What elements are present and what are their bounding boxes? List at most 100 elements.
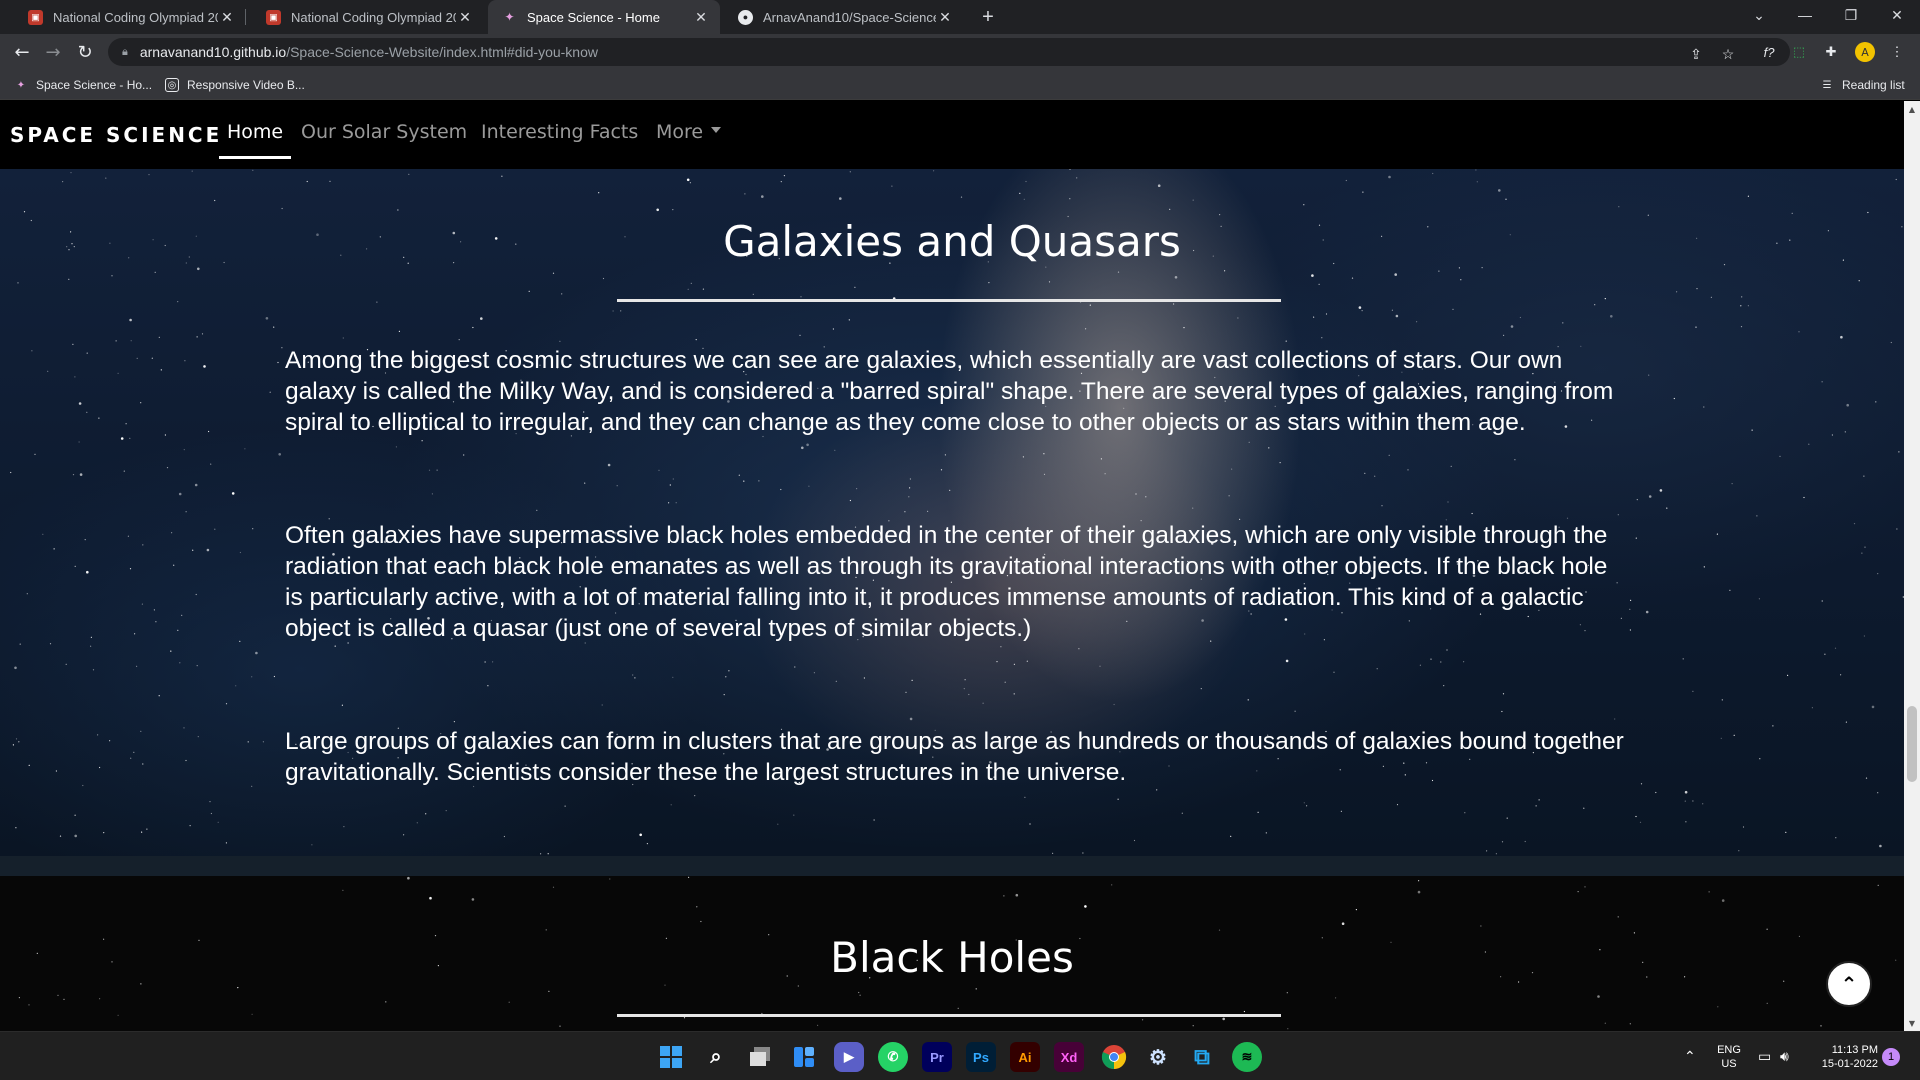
steam-icon[interactable]: ⚙ [1143, 1042, 1173, 1072]
widgets-icon[interactable] [789, 1042, 819, 1072]
chrome-icon[interactable] [1099, 1042, 1129, 1072]
xd-icon[interactable]: Xd [1054, 1042, 1084, 1072]
tab-national-coding-1[interactable]: ▣ National Coding Olympiad 2021 ✕ [14, 0, 246, 34]
star [1294, 710, 1296, 712]
star [49, 643, 52, 645]
bookmark-space-science[interactable]: ✦ Space Science - Ho... [14, 76, 152, 94]
star [1388, 454, 1390, 456]
star [564, 805, 566, 807]
restore-button[interactable]: ❐ [1828, 0, 1874, 30]
star [552, 886, 555, 888]
star [1584, 886, 1586, 888]
close-icon[interactable]: ✕ [936, 8, 954, 26]
scroll-down-arrow-icon[interactable]: ▼ [1904, 1015, 1920, 1031]
star [1647, 214, 1649, 216]
close-icon[interactable]: ✕ [218, 8, 236, 26]
star [1742, 826, 1745, 828]
star [1306, 805, 1308, 807]
spotify-icon[interactable]: ≋ [1232, 1042, 1262, 1072]
tray-chevron-icon[interactable]: ⌃ [1684, 1032, 1696, 1080]
nav-interesting-facts[interactable]: Interesting Facts [481, 121, 638, 143]
star [109, 740, 111, 742]
star [1279, 462, 1281, 464]
photoshop-icon[interactable]: Ps [966, 1042, 996, 1072]
premiere-pro-icon[interactable]: Pr [922, 1042, 952, 1072]
star [141, 831, 143, 833]
star [1450, 465, 1452, 467]
site-brand[interactable]: SPACE SCIENCE [10, 123, 222, 147]
teams-chat-icon[interactable]: ▶ [834, 1042, 864, 1072]
star [170, 650, 172, 652]
close-icon[interactable]: ✕ [692, 8, 710, 26]
tab-search-chevron-icon[interactable]: ⌄ [1736, 0, 1782, 30]
star [1287, 1028, 1289, 1030]
back-arrow-icon[interactable]: ← [10, 40, 34, 64]
illustrator-icon[interactable]: Ai [1010, 1042, 1040, 1072]
notification-badge[interactable]: 1 [1882, 1048, 1900, 1066]
star [395, 446, 397, 448]
share-icon[interactable]: ⇪ [1684, 42, 1708, 66]
star [31, 350, 33, 352]
extensions-puzzle-icon[interactable]: ✚ [1820, 41, 1842, 63]
page-scrollbar[interactable]: ▲ ▼ [1904, 101, 1920, 1031]
forward-arrow-icon[interactable]: → [41, 40, 65, 64]
star [1692, 690, 1694, 693]
star [639, 833, 642, 837]
address-bar[interactable]: 🔒︎ arnavanand10.github.io/Space-Science-… [108, 38, 1790, 66]
star [262, 741, 264, 743]
star [136, 665, 138, 667]
star [1000, 646, 1002, 648]
search-icon[interactable]: ⌕ [701, 1042, 731, 1072]
vscode-icon[interactable]: ⧉ [1187, 1042, 1217, 1072]
nav-home[interactable]: Home [218, 121, 292, 159]
star [1502, 693, 1505, 695]
new-tab-button[interactable]: + [976, 5, 1000, 29]
star [700, 920, 702, 923]
star [909, 478, 912, 480]
bookmark-responsive-video[interactable]: ◎ Responsive Video B... [165, 76, 305, 94]
star [540, 853, 542, 855]
volume-icon[interactable]: 🔊︎ [1780, 1032, 1789, 1080]
windows-start-icon[interactable] [656, 1042, 686, 1072]
star [1100, 458, 1102, 460]
minimize-button[interactable]: — [1782, 0, 1828, 30]
lock-icon[interactable]: 🔒︎ [122, 46, 128, 59]
whatsapp-icon[interactable]: ✆ [878, 1042, 908, 1072]
tab-space-science-home[interactable]: ✦ Space Science - Home ✕ [488, 0, 720, 34]
star [105, 177, 107, 179]
close-window-button[interactable]: ✕ [1874, 0, 1920, 30]
scroll-to-top-button[interactable]: ⌃ [1826, 961, 1872, 1007]
bookmark-star-icon[interactable]: ☆ [1716, 42, 1740, 66]
task-view-icon[interactable] [745, 1042, 775, 1072]
language-indicator[interactable]: ENG US [1712, 1043, 1746, 1071]
star [1666, 507, 1668, 509]
star [1503, 334, 1505, 336]
star [1861, 552, 1863, 554]
star [561, 293, 563, 295]
star [12, 744, 14, 746]
star [445, 810, 447, 812]
screenshot-extension-icon[interactable]: ⬚ [1788, 41, 1810, 63]
star [783, 175, 786, 177]
star [177, 301, 179, 303]
star [1636, 499, 1638, 501]
reload-icon[interactable]: ↻ [73, 40, 97, 64]
chrome-menu-icon[interactable]: ⋮ [1886, 41, 1908, 63]
close-icon[interactable]: ✕ [456, 8, 474, 26]
reading-list-button[interactable]: ☰ Reading list [1820, 76, 1905, 94]
formula-extension-icon[interactable]: f? [1758, 41, 1780, 63]
nav-our-solar-system[interactable]: Our Solar System [301, 121, 467, 143]
star [1692, 800, 1694, 802]
star [675, 502, 677, 504]
tab-github-repo[interactable]: ● ArnavAnand10/Space-Science-W ✕ [724, 0, 964, 34]
tab-national-coding-2[interactable]: ▣ National Coding Olympiad 2021 ✕ [252, 0, 484, 34]
clock[interactable]: 11:13 PM 15-01-2022 [1808, 1043, 1878, 1071]
nav-more-dropdown[interactable]: More [656, 121, 722, 143]
star [1673, 397, 1675, 400]
scrollbar-thumb[interactable] [1907, 706, 1917, 782]
profile-avatar[interactable]: A [1855, 42, 1875, 62]
scroll-up-arrow-icon[interactable]: ▲ [1904, 101, 1920, 117]
star [403, 834, 405, 836]
star [1864, 546, 1866, 548]
network-icon[interactable]: ▭ [1758, 1032, 1771, 1080]
